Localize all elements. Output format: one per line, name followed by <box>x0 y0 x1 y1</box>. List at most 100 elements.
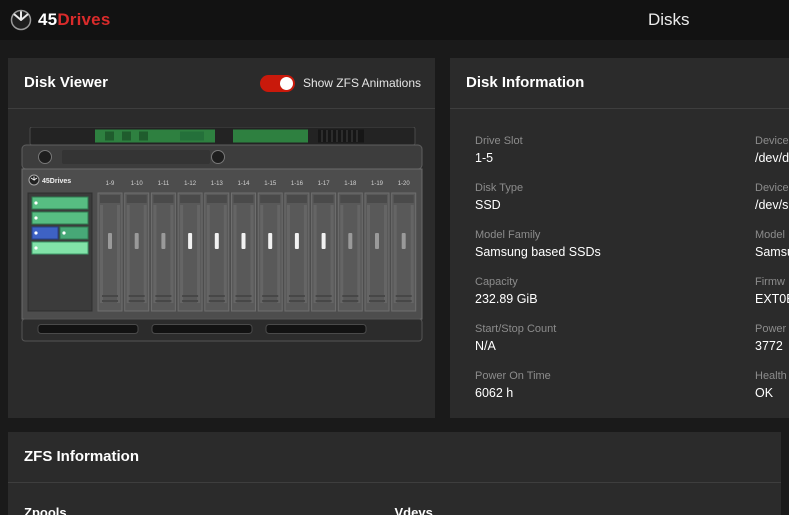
info-column-right: Device /dev/d Device /dev/s Model Samsu … <box>755 135 789 417</box>
drive-bay-1-10[interactable] <box>123 192 149 312</box>
field-value: OK <box>755 386 774 400</box>
slot-label: 1-14 <box>237 181 250 187</box>
drive-tray[interactable] <box>31 196 88 210</box>
vent-slot <box>265 324 366 334</box>
drive-bay-1-11[interactable] <box>150 192 176 312</box>
disk-information-panel: Disk Information Drive Slot 1-5 Disk Typ… <box>450 58 789 418</box>
app-screen: 45Drives Disks Disk Viewer Show ZFS Anim… <box>0 0 789 515</box>
drive-bay-1-19[interactable] <box>364 192 389 312</box>
disk-viewer-title: Disk Viewer <box>24 74 108 91</box>
field-value: /dev/d <box>755 151 789 165</box>
info-field-model-family: Model Family Samsung based SSDs <box>475 229 740 259</box>
info-field-health: Health OK <box>755 370 789 400</box>
page-title: Disks <box>648 10 690 29</box>
field-value: Samsu <box>755 245 789 259</box>
chassis-top-rail <box>21 144 422 170</box>
chassis-illustration: 45Drives 1-9 1-10 1-11 1-12 1-13 1-14 1-… <box>21 127 422 342</box>
field-value: N/A <box>475 339 496 353</box>
top-bar: 45Drives Disks <box>0 0 789 40</box>
field-label: Drive Slot <box>475 135 523 147</box>
brand-logo[interactable]: 45Drives <box>10 0 111 40</box>
slot-label: 1-17 <box>317 181 330 187</box>
field-value: 232.89 GiB <box>475 292 538 306</box>
field-label: Device <box>755 135 789 147</box>
chassis-top-internals <box>29 127 415 146</box>
brand-drives: Drives <box>57 10 111 29</box>
info-field-device-path: Device /dev/d <box>755 135 789 165</box>
zfs-animations-toggle-label: Show ZFS Animations <box>302 76 421 90</box>
zfs-information-header: ZFS Information <box>8 432 781 483</box>
ssd-cage <box>27 192 92 312</box>
field-value: /dev/s <box>755 198 789 212</box>
info-field-disk-type: Disk Type SSD <box>475 182 740 212</box>
chassis-body: 45Drives 1-9 1-10 1-11 1-12 1-13 1-14 1-… <box>21 168 422 320</box>
drive-bay-1-16[interactable] <box>283 192 309 312</box>
field-value: 1-5 <box>475 151 494 165</box>
drive-bay-1-20[interactable] <box>390 192 416 312</box>
field-label: Disk Type <box>475 182 524 194</box>
vdevs-column-header: Vdevs <box>394 505 433 515</box>
zfs-information-title: ZFS Information <box>24 448 139 465</box>
slot-label: 1-11 <box>157 181 169 187</box>
zfs-information-panel: ZFS Information Zpools Vdevs <box>8 432 781 515</box>
info-field-start-stop-count: Start/Stop Count N/A <box>475 323 740 353</box>
field-value: 3772 <box>755 339 783 353</box>
chassis-brand-text: 45Drives <box>42 178 71 185</box>
zpools-column-header: Zpools <box>24 505 67 515</box>
disk-viewer-header: Disk Viewer Show ZFS Animations <box>8 58 435 109</box>
zfs-columns: Zpools Vdevs <box>8 483 781 515</box>
drive-tray[interactable] <box>31 226 88 240</box>
vent-slot <box>151 324 252 334</box>
info-field-power-on-time: Power On Time 6062 h <box>475 370 740 400</box>
drive-bay-1-18[interactable] <box>337 192 363 312</box>
drive-tray[interactable] <box>31 211 88 225</box>
screw-hole <box>210 150 225 164</box>
info-field-device-by-path: Device /dev/s <box>755 182 789 212</box>
chassis-bottom-rail <box>21 318 422 342</box>
drive-bay-1-13[interactable] <box>203 192 229 312</box>
info-column-left: Drive Slot 1-5 Disk Type SSD Model Famil… <box>475 135 740 417</box>
field-value: SSD <box>475 198 501 212</box>
drive-bay-1-15[interactable] <box>257 192 283 312</box>
disk-viewer-panel: Disk Viewer Show ZFS Animations 45Drives… <box>8 58 435 418</box>
field-label: Health <box>755 370 787 382</box>
slot-label: 1-19 <box>370 181 383 187</box>
disk-information-header: Disk Information <box>450 58 789 109</box>
field-label: Firmw <box>755 276 785 288</box>
field-label: Model Family <box>475 229 541 241</box>
field-value: EXT0B <box>755 292 789 306</box>
zfs-animations-toggle-group: Show ZFS Animations <box>259 58 421 108</box>
slot-label: 1-16 <box>290 181 303 187</box>
field-label: Device <box>755 182 789 194</box>
slot-label: 1-13 <box>210 181 223 187</box>
info-field-firmware: Firmw EXT0B <box>755 276 789 306</box>
field-label: Start/Stop Count <box>475 323 557 335</box>
field-value: Samsung based SSDs <box>475 245 601 259</box>
disk-information-title: Disk Information <box>466 74 585 91</box>
slot-label: 1-9 <box>105 181 114 187</box>
info-field-drive-slot: Drive Slot 1-5 <box>475 135 740 165</box>
vent-slot <box>37 324 138 334</box>
slot-label: 1-10 <box>130 181 143 187</box>
slot-label: 1-20 <box>397 181 410 187</box>
brand-45: 45 <box>38 10 58 29</box>
drive-tray[interactable] <box>31 241 88 255</box>
slot-label: 1-15 <box>264 181 277 187</box>
slot-label: 1-18 <box>344 181 357 187</box>
drive-bay-1-12[interactable] <box>177 192 203 312</box>
screw-hole <box>37 150 52 164</box>
field-label: Model <box>755 229 785 241</box>
drive-bay-1-17[interactable] <box>310 192 336 312</box>
field-label: Capacity <box>475 276 518 288</box>
drive-bay-1-14[interactable] <box>230 192 256 312</box>
field-label: Power On Time <box>475 370 551 382</box>
toggle-knob <box>279 76 293 90</box>
45drives-logo-icon <box>10 9 32 31</box>
field-label: Power <box>755 323 787 335</box>
zfs-animations-toggle[interactable] <box>259 74 295 92</box>
info-field-capacity: Capacity 232.89 GiB <box>475 276 740 306</box>
field-value: 6062 h <box>475 386 514 400</box>
drive-bay-1-9[interactable] <box>97 192 122 312</box>
slot-label: 1-12 <box>184 181 197 187</box>
info-field-power-cycle: Power 3772 <box>755 323 789 353</box>
